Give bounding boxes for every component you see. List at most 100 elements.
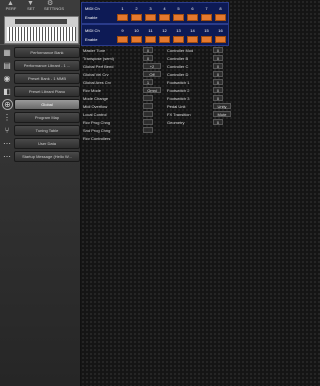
channel-enable-toggle[interactable] [159, 36, 170, 43]
param-label: Global Ares Crv [83, 80, 112, 85]
param-value-field[interactable]: Mute [213, 111, 231, 117]
midi-channels-9-16: MIDI Ch 9 10 11 12 13 14 15 16 Enable [81, 24, 229, 46]
sidebar-item-program-map[interactable]: ⋮ Program Map [0, 112, 80, 123]
sidebar-item-tuning-table[interactable]: ⑂ Tuning Table [0, 125, 80, 136]
param-value-field[interactable]: 0 [213, 95, 223, 101]
channel-enable-toggle[interactable] [159, 14, 170, 21]
param-value-field[interactable]: 0 [213, 119, 223, 125]
sidebar-item-label[interactable]: Preset Bank - 1 MMB [14, 73, 80, 84]
sidebar-item-user-data[interactable]: ⋯ User Data [0, 138, 80, 149]
channel-enable-toggle[interactable] [215, 36, 226, 43]
param-label: Footswitch 3 [167, 96, 190, 101]
sidebar-item-label[interactable]: User Data [14, 138, 80, 149]
param-value-field[interactable]: 0 [213, 71, 223, 77]
param-value-field[interactable] [143, 95, 153, 101]
channel-enable-toggle[interactable] [201, 14, 212, 21]
param-value-field[interactable]: 0 [213, 63, 223, 69]
sidebar-item-performance-bank[interactable]: ▦ Performance Bank [0, 47, 80, 58]
param-label: Controller C [167, 64, 189, 69]
param-value-field[interactable]: 0 [213, 55, 223, 61]
settings-button[interactable]: ⚙ SETTINGS [44, 0, 64, 14]
param-label: Global Vel Crv [83, 72, 109, 77]
channel-enable-toggle[interactable] [215, 14, 226, 21]
channel-enable-toggle[interactable] [187, 14, 198, 21]
param-value-field[interactable]: 0 [213, 47, 223, 53]
midi-ch-label: MIDI Ch [85, 6, 100, 11]
param-value-field[interactable] [143, 111, 153, 117]
sidebar-item-label[interactable]: Global [14, 99, 80, 110]
enable-row: Enable [82, 35, 228, 44]
channel-enable-toggle[interactable] [173, 14, 184, 21]
param-label: Pedal Unit [167, 104, 186, 109]
channel-enable-toggle[interactable] [201, 36, 212, 43]
sidebar-item-label[interactable]: Startup Message (Hello W... [14, 151, 80, 162]
param-value-field[interactable]: 0 [213, 79, 223, 85]
param-label: Global Perf Bend [83, 64, 114, 69]
channel-enable-toggle[interactable] [131, 36, 142, 43]
global-icon: ⊕ [2, 99, 13, 110]
param-value-field[interactable]: 1 [143, 79, 153, 85]
channel-enable-toggle[interactable] [117, 36, 128, 43]
channel-number: 14 [190, 28, 195, 33]
channel-enable-toggle[interactable] [145, 14, 156, 21]
channel-enable-toggle[interactable] [145, 36, 156, 43]
performance-librant-icon: ▤ [3, 61, 11, 70]
sidebar-item-label[interactable]: Performance Bank [14, 47, 80, 58]
channel-enable-toggle[interactable] [117, 14, 128, 21]
sidebar-item-preset-librant[interactable]: ◧ Preset Librant Piano [0, 86, 80, 97]
channel-enable-toggle[interactable] [131, 14, 142, 21]
param-label: Footswitch 2 [167, 88, 190, 93]
program-map-icon: ⋮ [3, 113, 11, 122]
param-label: Footswitch 1 [167, 80, 190, 85]
param-label: FX Transition [167, 112, 191, 117]
channel-number: 3 [149, 6, 152, 11]
sidebar-item-global[interactable]: ⊕ Global [0, 99, 80, 110]
channel-enable-toggle[interactable] [173, 36, 184, 43]
main-panel: MIDI Ch 1 2 3 4 5 6 7 8 Enable MIDI Ch 9… [81, 0, 320, 386]
channel-number: 12 [162, 28, 167, 33]
channel-number: 6 [191, 6, 194, 11]
param-value-field[interactable] [143, 119, 153, 125]
tuning-table-icon: ⑂ [4, 126, 10, 135]
midi-ch-label: MIDI Ch [85, 28, 100, 33]
sidebar-item-performance-librant[interactable]: ▤ Performance Librant - 1 ... [0, 60, 80, 71]
enable-label: Enable [85, 15, 98, 20]
param-dropdown[interactable]: Off [143, 71, 161, 77]
performance-bank-icon: ▦ [3, 48, 11, 57]
preset-bank-icon: ◉ [3, 74, 11, 83]
preset-librant-icon: ◧ [3, 87, 11, 96]
sidebar-item-startup-message[interactable]: ⋯ Startup Message (Hello W... [0, 151, 80, 162]
param-value-field[interactable]: 0 [143, 47, 153, 53]
param-label: Rcv Mode [83, 88, 102, 93]
param-value-field[interactable]: Unity [213, 103, 231, 109]
param-value-field[interactable]: 0 [213, 87, 223, 93]
perf-button[interactable]: ▲ PERF [4, 0, 18, 14]
user-data-icon: ⋯ [3, 139, 11, 148]
enable-label: Enable [85, 37, 98, 42]
param-dropdown[interactable]: +2 [143, 63, 161, 69]
param-label: Geometry [167, 120, 185, 125]
up-arrow-icon: ▲ [7, 0, 14, 7]
sidebar-item-label[interactable]: Tuning Table [14, 125, 80, 136]
param-label: Mode Change [83, 96, 109, 101]
enable-row: Enable [82, 13, 228, 22]
param-label: Midi Overflow [83, 104, 108, 109]
channel-number: 4 [163, 6, 166, 11]
param-value-field[interactable] [143, 127, 153, 133]
param-label: Rcv Prog Chng [83, 120, 111, 125]
channel-number: 10 [134, 28, 139, 33]
channel-number: 2 [135, 6, 138, 11]
set-button[interactable]: ▼ SET [24, 0, 38, 14]
divider [0, 44, 80, 45]
param-value-field[interactable]: 0 [143, 55, 153, 61]
channel-enable-toggle[interactable] [187, 36, 198, 43]
keyboard-screen [15, 19, 67, 24]
param-value-field[interactable] [143, 103, 153, 109]
sidebar-item-label[interactable]: Preset Librant Piano [14, 86, 80, 97]
param-label: Snd Prog Chng [83, 128, 111, 133]
sidebar: ▲ PERF ▼ SET ⚙ SETTINGS ▦ Performance Bank … [0, 0, 81, 386]
sidebar-item-preset-bank[interactable]: ◉ Preset Bank - 1 MMB [0, 73, 80, 84]
sidebar-item-label[interactable]: Performance Librant - 1 ... [14, 60, 80, 71]
param-dropdown[interactable]: Omni [143, 87, 161, 93]
sidebar-item-label[interactable]: Program Map [14, 112, 80, 123]
